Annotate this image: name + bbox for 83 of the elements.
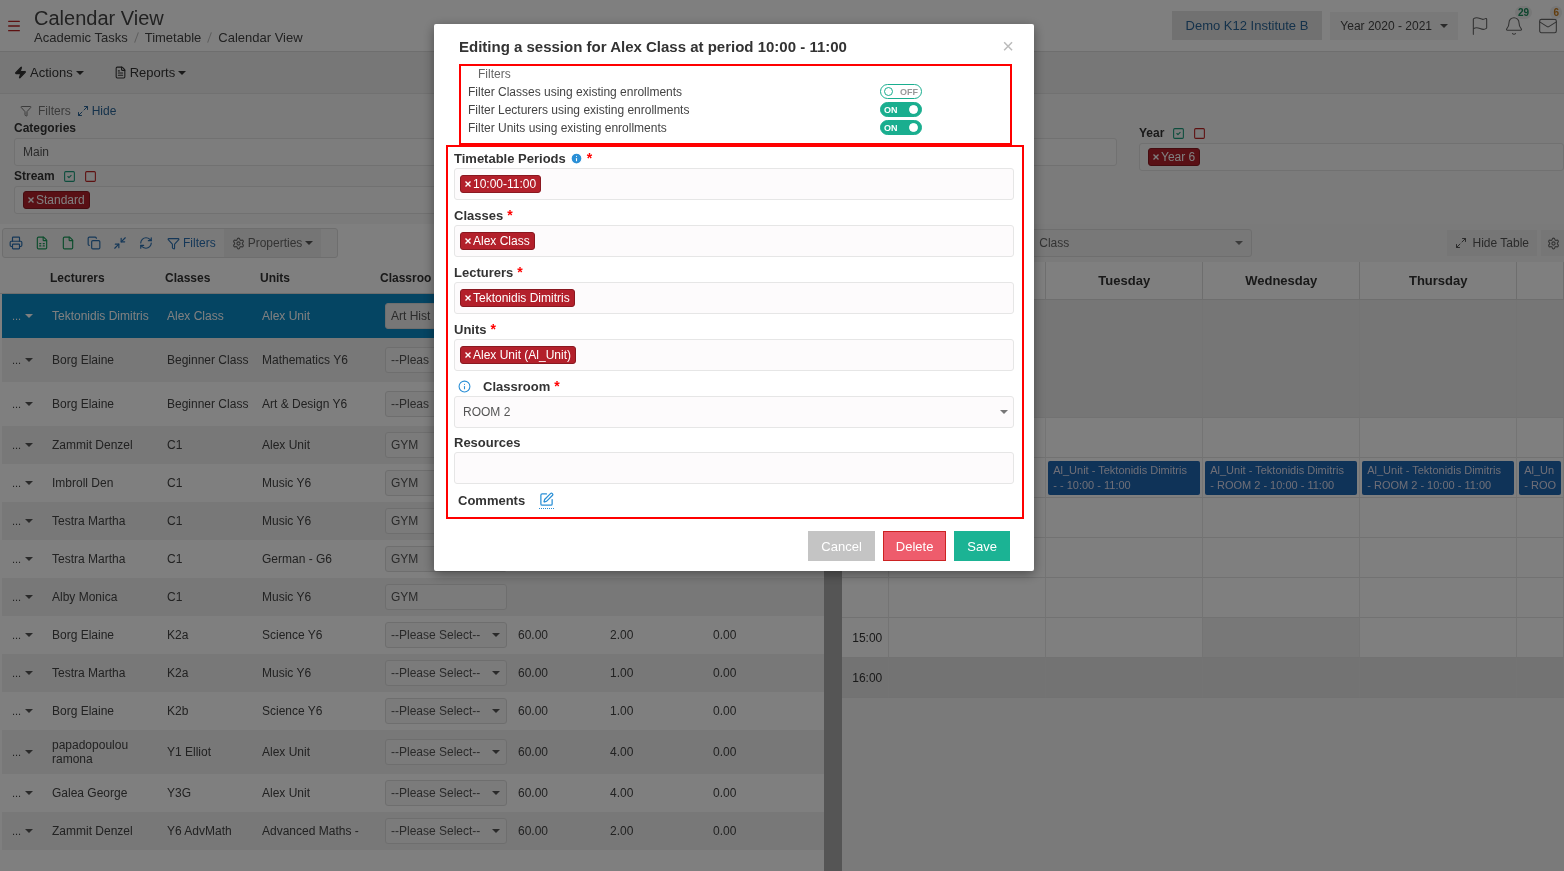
dialog-title: Editing a session for Alex Class at period 10:00 - 11:00 [459, 37, 847, 55]
field-label: Lecturers [454, 264, 514, 280]
table-cell-text: Zammit Denzel [52, 824, 134, 838]
table-cell-text: German - G6 [262, 552, 334, 566]
table-cell-text: Alby Monica [52, 590, 119, 604]
table-cell-text: 2.00 [609, 824, 635, 838]
table-cell-text: 0.00 [712, 628, 738, 642]
table-cell-text: Science Y6 [262, 628, 324, 642]
table-cell-text: Alex Unit [262, 309, 312, 323]
table-cell-text: Borg Elaine [52, 704, 116, 718]
table-cell-text: Y1 Elliot [167, 745, 213, 759]
table-cell-text: Y3G [167, 786, 192, 800]
table-cell-text: K2b [167, 704, 190, 718]
filters-legend: Filters [468, 67, 1002, 81]
table-cell-text: C1 [167, 476, 184, 490]
day-header: Tuesday [1046, 262, 1204, 300]
required-mark: * [586, 150, 593, 166]
table-cell-text: Y6 AdvMath [167, 824, 233, 838]
table-cell-text: 0.00 [712, 786, 738, 800]
table-cell-text: Zammit Denzel [52, 438, 134, 452]
table-cell-text: Art & Design Y6 [262, 397, 349, 411]
field-label: Units [454, 321, 487, 337]
table-cell-text: C1 [167, 514, 184, 528]
required-mark: * [490, 321, 496, 337]
table-cell-text: Advanced Maths - [262, 824, 360, 838]
notification-badge: 6 [1550, 5, 1562, 19]
table-cell-text: Borg Elaine [52, 353, 116, 367]
table-cell-text: Music Y6 [262, 514, 313, 528]
table-cell-text: K2a [167, 628, 190, 642]
table-cell-text: 0.00 [712, 666, 738, 680]
table-cell-text: Testra Martha [52, 666, 127, 680]
table-cell-text: Alex Unit [262, 438, 312, 452]
table-cell-text: Imbroll Den [52, 476, 115, 490]
table-cell-text: Beginner Class [167, 397, 250, 411]
field-label: Categories [14, 121, 77, 135]
field-label: Timetable Periods [454, 150, 566, 166]
day-header: Wednesday [1203, 262, 1361, 300]
table-cell-text: 4.00 [609, 745, 635, 759]
table-cell-text: Music Y6 [262, 590, 313, 604]
table-cell-text: Borg Elaine [52, 397, 116, 411]
table-cell-text: Alex Unit [262, 786, 312, 800]
table-cell-text: C1 [167, 438, 184, 452]
table-cell-text: Borg Elaine [52, 628, 116, 642]
table-cell-text: Mathematics Y6 [262, 353, 349, 367]
toggle-label: Filter Lecturers using existing enrollments [468, 102, 690, 117]
table-cell-text: K2a [167, 666, 190, 680]
table-cell-text: Galea George [52, 786, 129, 800]
table-cell-text: Tektonidis Dimitris [52, 309, 150, 323]
table-cell-text: Science Y6 [262, 704, 324, 718]
table-cell-text: Music Y6 [262, 476, 313, 490]
toggle-label: Filter Classes using existing enrollments [468, 84, 683, 99]
table-cell-text: 60.00 [517, 628, 550, 642]
table-cell-text: 1.00 [609, 666, 635, 680]
table-cell-text: 1.00 [609, 704, 635, 718]
toggle-label: Filter Units using existing enrollments [468, 120, 667, 135]
table-cell-text: Testra Martha [52, 552, 127, 566]
table-cell-text: Beginner Class [167, 353, 250, 367]
table-cell-text: 60.00 [517, 704, 550, 718]
notification-badge: 29 [1514, 5, 1532, 19]
table-cell-text: Testra Martha [52, 514, 127, 528]
field-label: Stream [14, 169, 55, 183]
table-cell-text: 60.00 [517, 786, 550, 800]
table-cell-text: 0.00 [712, 824, 738, 838]
day-header: Thursday [1360, 262, 1518, 300]
page-title: Calendar View [34, 6, 165, 30]
table-cell-text: 60.00 [517, 824, 550, 838]
table-cell-text: 60.00 [517, 745, 550, 759]
table-cell-text: 2.00 [609, 628, 635, 642]
required-mark: * [517, 264, 523, 280]
table-cell-text: papadopoulou ramona [52, 738, 130, 766]
time-label: 15:00 [851, 630, 883, 645]
table-cell-text: Alex Class [167, 309, 225, 323]
table-cell-text: 0.00 [712, 704, 738, 718]
table-cell-text: Music Y6 [262, 666, 313, 680]
filters-legend: Filters [38, 104, 71, 118]
table-cell-text: 0.00 [712, 745, 738, 759]
table-cell-text: 60.00 [517, 666, 550, 680]
time-label: 16:00 [851, 670, 883, 685]
field-label: Year [1139, 126, 1165, 140]
table-cell-text: 4.00 [609, 786, 635, 800]
table-cell-text: Alex Unit [262, 745, 312, 759]
table-cell-text: C1 [167, 590, 184, 604]
table-cell-text: C1 [167, 552, 184, 566]
